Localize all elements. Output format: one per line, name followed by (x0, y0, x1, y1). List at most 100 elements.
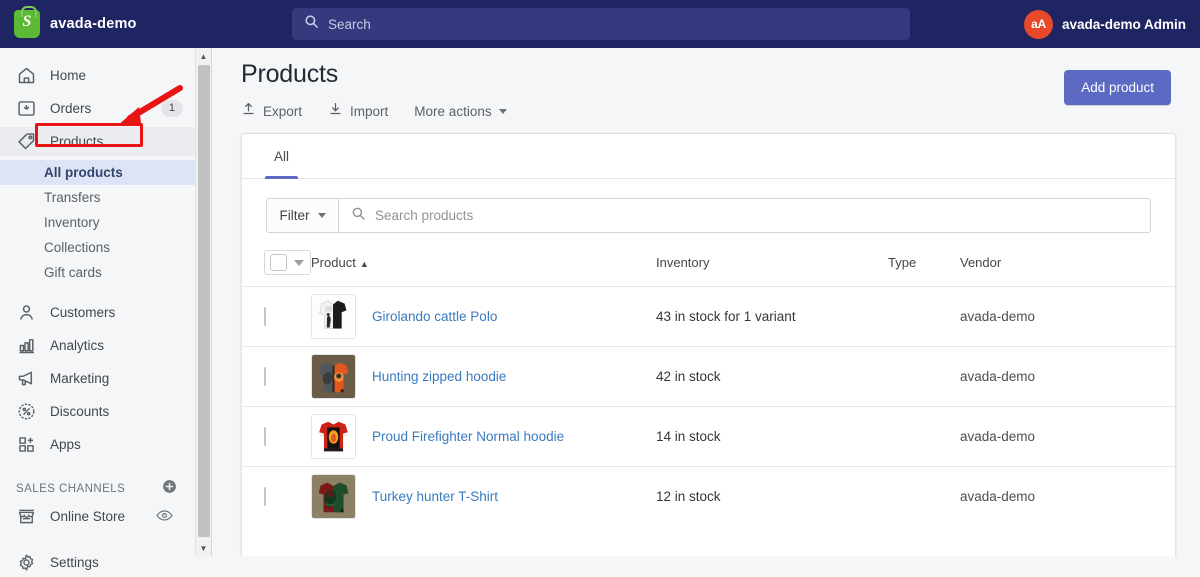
sidebar-item-label: Marketing (50, 371, 110, 386)
vendor-cell: avada-demo (960, 467, 1175, 527)
inventory-text: 12 in stock (656, 488, 721, 504)
sidebar-subitem-label: All products (44, 165, 123, 180)
sidebar-subitem-label: Collections (44, 240, 111, 255)
product-name-link[interactable]: Hunting zipped hoodie (372, 369, 506, 384)
inventory-cell: 12 in stock (656, 467, 888, 527)
eye-icon[interactable] (148, 507, 181, 528)
filter-label: Filter (279, 208, 310, 223)
vendor-cell: avada-demo (960, 286, 1175, 347)
vendor-cell: avada-demo (960, 346, 1175, 407)
scroll-down-arrow-icon[interactable]: ▼ (196, 540, 211, 556)
import-button[interactable]: Import (328, 101, 388, 121)
user-name: avada-demo Admin (1061, 16, 1186, 32)
sidebar-item-orders[interactable]: Orders 1 (0, 94, 195, 123)
add-product-button[interactable]: Add product (1064, 70, 1171, 105)
sidebar-item-label: Orders (50, 101, 92, 116)
export-button[interactable]: Export (241, 101, 302, 121)
inventory-text: 14 in stock (656, 428, 721, 444)
apps-squares-icon (16, 434, 37, 455)
sidebar-item-settings[interactable]: Settings (0, 548, 195, 577)
sidebar-item-home[interactable]: Home (0, 61, 195, 90)
table-row[interactable]: Hunting zipped hoodie 42 in stock avada-… (242, 346, 1175, 407)
sidebar-item-customers[interactable]: Customers (0, 298, 195, 327)
user-menu[interactable]: aA avada-demo Admin (1023, 0, 1186, 48)
sidebar-item-analytics[interactable]: Analytics (0, 331, 195, 360)
sidebar-subitem-collections[interactable]: Collections (0, 235, 195, 260)
sidebar-subitem-inventory[interactable]: Inventory (0, 210, 195, 235)
plus-circle-icon[interactable] (161, 478, 178, 500)
row-checkbox[interactable] (264, 366, 266, 386)
sidebar-item-label: Discounts (50, 404, 110, 419)
type-cell (888, 346, 960, 407)
customer-person-icon (16, 302, 37, 323)
store-name: avada-demo (50, 16, 137, 32)
row-select-cell (242, 406, 311, 467)
row-checkbox[interactable] (264, 306, 266, 326)
top-navigation-bar: avada-demo Search aA avada-demo Admin (0, 0, 1200, 48)
select-all-checkbox[interactable] (270, 254, 287, 271)
sidebar-navigation: Home Orders 1 Products All products Tran… (0, 48, 196, 571)
sidebar-item-label: Analytics (50, 338, 105, 353)
row-select-cell (242, 467, 311, 527)
product-thumbnail[interactable] (311, 294, 356, 339)
tab-all[interactable]: All (261, 134, 302, 179)
sidebar-subitem-label: Inventory (44, 215, 100, 230)
scroll-up-arrow-icon[interactable]: ▲ (196, 48, 211, 64)
scrollbar-thumb[interactable] (198, 65, 210, 537)
sidebar-subitem-all-products[interactable]: All products (0, 160, 195, 185)
analytics-bars-icon (16, 335, 37, 356)
import-down-arrow-icon (328, 101, 343, 121)
sidebar-scrollbar[interactable]: ▲ ▼ (196, 48, 212, 556)
product-thumbnail[interactable] (311, 474, 356, 520)
chevron-down-icon (317, 213, 326, 218)
vendor-text: avada-demo (960, 368, 1036, 384)
type-cell (888, 286, 960, 347)
more-actions-button[interactable]: More actions (414, 104, 507, 119)
export-label: Export (263, 103, 303, 119)
column-header-vendor[interactable]: Vendor (960, 250, 1175, 287)
vendor-cell: avada-demo (960, 406, 1175, 467)
column-header-product-label: Product (311, 255, 356, 270)
inventory-cell: 14 in stock (656, 406, 888, 467)
select-all-group[interactable] (264, 250, 311, 275)
search-icon (351, 206, 366, 226)
table-row[interactable]: Turkey hunter T-Shirt 12 in stock avada-… (242, 467, 1175, 527)
brand-area[interactable]: avada-demo (0, 6, 212, 38)
orders-count-badge: 1 (160, 100, 183, 117)
sidebar-subitem-transfers[interactable]: Transfers (0, 185, 195, 210)
product-cell: Hunting zipped hoodie (311, 346, 656, 407)
global-search-input[interactable]: Search (292, 8, 910, 40)
sales-channels-header: SALES CHANNELS (0, 476, 195, 502)
sidebar-item-label: Customers (50, 305, 116, 320)
product-name-link[interactable]: Girolando cattle Polo (372, 309, 497, 324)
table-body: Girolando cattle Polo 43 in stock for 1 … (242, 286, 1175, 527)
sales-channels-title: SALES CHANNELS (16, 483, 126, 495)
sidebar-item-marketing[interactable]: Marketing (0, 364, 195, 393)
search-products-input[interactable]: Search products (338, 198, 1151, 233)
product-thumbnail[interactable] (311, 414, 356, 459)
product-thumbnail[interactable] (311, 354, 356, 399)
page-title: Products (241, 60, 339, 88)
filter-button[interactable]: Filter (266, 198, 338, 233)
row-checkbox[interactable] (264, 426, 266, 446)
sidebar-item-label: Apps (50, 437, 81, 452)
orders-inbox-icon (16, 98, 37, 119)
row-checkbox[interactable] (264, 486, 266, 506)
type-cell (888, 467, 960, 527)
column-header-product[interactable]: Product ▲ (311, 250, 656, 287)
product-name-link[interactable]: Turkey hunter T-Shirt (372, 489, 498, 504)
column-header-type[interactable]: Type (888, 250, 960, 287)
sidebar-item-products[interactable]: Products (0, 127, 195, 156)
table-row[interactable]: Proud Firefighter Normal hoodie 14 in st… (242, 406, 1175, 467)
sidebar-item-online-store[interactable]: Online Store (0, 502, 195, 531)
sidebar-subitem-gift-cards[interactable]: Gift cards (0, 260, 195, 285)
table-row[interactable]: Girolando cattle Polo 43 in stock for 1 … (242, 286, 1175, 347)
column-header-inventory[interactable]: Inventory (656, 250, 888, 287)
sidebar-item-discounts[interactable]: Discounts (0, 397, 195, 426)
sidebar-item-apps[interactable]: Apps (0, 430, 195, 459)
home-icon (16, 65, 37, 86)
product-name-link[interactable]: Proud Firefighter Normal hoodie (372, 429, 564, 444)
chevron-down-icon[interactable] (294, 259, 304, 266)
row-select-cell (242, 286, 311, 347)
import-label: Import (350, 103, 389, 119)
